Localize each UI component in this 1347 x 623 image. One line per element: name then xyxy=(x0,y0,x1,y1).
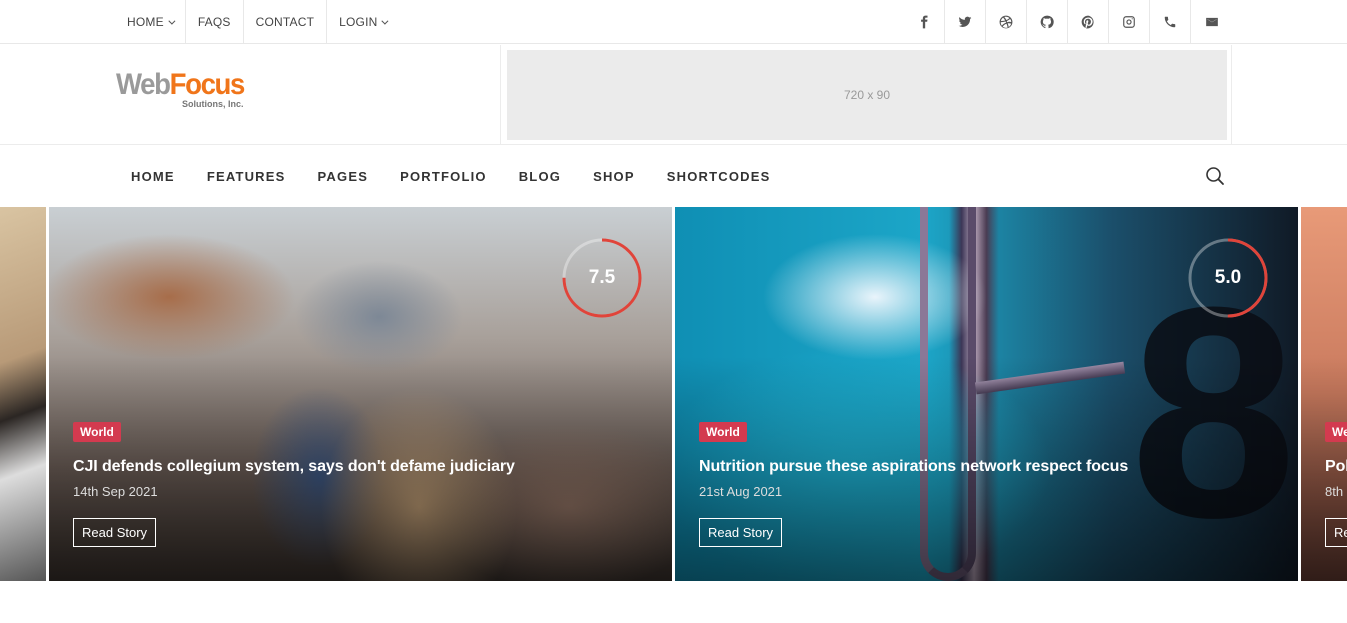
slide-date: 14th Sep 2021 xyxy=(73,484,158,499)
read-story-button[interactable]: Re xyxy=(1325,518,1347,547)
github-icon[interactable] xyxy=(1027,0,1068,44)
social-links xyxy=(904,0,1232,44)
main-nav-pages[interactable]: PAGES xyxy=(302,146,385,206)
top-nav-home-label: HOME xyxy=(127,15,164,29)
slide-partial-left[interactable] xyxy=(0,207,46,581)
slide-partial-right[interactable]: We Pol 8th Re xyxy=(1301,207,1347,581)
twitter-icon[interactable] xyxy=(945,0,986,44)
category-badge[interactable]: We xyxy=(1325,422,1347,442)
main-nav-shortcodes[interactable]: SHORTCODES xyxy=(651,146,787,206)
site-header: WebFocus Solutions, Inc. 720 x 90 xyxy=(0,45,1347,145)
phone-icon[interactable] xyxy=(1150,0,1191,44)
top-nav-login[interactable]: LOGIN xyxy=(327,0,398,44)
top-nav-home[interactable]: HOME xyxy=(115,0,186,44)
slide-date: 8th xyxy=(1325,484,1344,499)
ad-size-label: 720 x 90 xyxy=(843,88,891,102)
main-nav-shop[interactable]: SHOP xyxy=(577,146,651,206)
chevron-down-icon xyxy=(168,17,176,25)
top-nav-faqs-label: FAQS xyxy=(197,15,231,29)
slide-card[interactable]: 8 5.0 World Nutrition pursue these aspir… xyxy=(675,207,1298,581)
logo-text-focus: Focus xyxy=(169,68,246,101)
ad-banner[interactable]: 720 x 90 xyxy=(507,50,1227,140)
slide-card[interactable]: 7.5 World CJI defends collegium system, … xyxy=(49,207,672,581)
slide-title[interactable]: Nutrition pursue these aspirations netwo… xyxy=(699,458,1128,476)
slide-title[interactable]: CJI defends collegium system, says don't… xyxy=(73,458,515,476)
slide-title[interactable]: Pol xyxy=(1325,458,1347,476)
top-nav-contact[interactable]: CONTACT xyxy=(244,0,328,44)
score-value: 5.0 xyxy=(1214,267,1242,288)
top-nav-login-label: LOGIN xyxy=(339,15,378,29)
ad-container: 720 x 90 xyxy=(500,45,1232,145)
score-value: 7.5 xyxy=(588,267,616,288)
pinterest-icon[interactable] xyxy=(1068,0,1109,44)
top-nav-contact-label: CONTACT xyxy=(255,15,315,29)
dribbble-icon[interactable] xyxy=(986,0,1027,44)
category-badge[interactable]: World xyxy=(699,422,747,442)
top-bar: HOME FAQS CONTACT LOGIN xyxy=(0,0,1347,44)
chevron-down-icon xyxy=(381,17,389,25)
featured-slider: 7.5 World CJI defends collegium system, … xyxy=(0,207,1347,581)
main-nav-blog[interactable]: BLOG xyxy=(503,146,577,206)
read-story-button[interactable]: Read Story xyxy=(699,518,783,547)
site-logo[interactable]: WebFocus Solutions, Inc. xyxy=(116,68,255,110)
slide-image xyxy=(0,207,46,581)
category-badge[interactable]: World xyxy=(73,422,121,442)
mail-icon[interactable] xyxy=(1191,0,1232,44)
search-icon[interactable] xyxy=(1205,166,1225,186)
logo-text-web: Web xyxy=(116,68,171,101)
score-badge: 7.5 xyxy=(561,237,643,319)
instagram-icon[interactable] xyxy=(1109,0,1150,44)
top-nav-faqs[interactable]: FAQS xyxy=(186,0,244,44)
score-badge: 5.0 xyxy=(1187,237,1269,319)
main-nav-home[interactable]: HOME xyxy=(115,146,191,206)
main-nav-features[interactable]: FEATURES xyxy=(191,146,302,206)
main-nav: HOME FEATURES PAGES PORTFOLIO BLOG SHOP … xyxy=(0,146,1347,206)
slide-date: 21st Aug 2021 xyxy=(699,484,783,499)
main-nav-portfolio[interactable]: PORTFOLIO xyxy=(384,146,503,206)
facebook-icon[interactable] xyxy=(904,0,945,44)
read-story-button[interactable]: Read Story xyxy=(73,518,157,547)
top-nav: HOME FAQS CONTACT LOGIN xyxy=(115,0,398,44)
